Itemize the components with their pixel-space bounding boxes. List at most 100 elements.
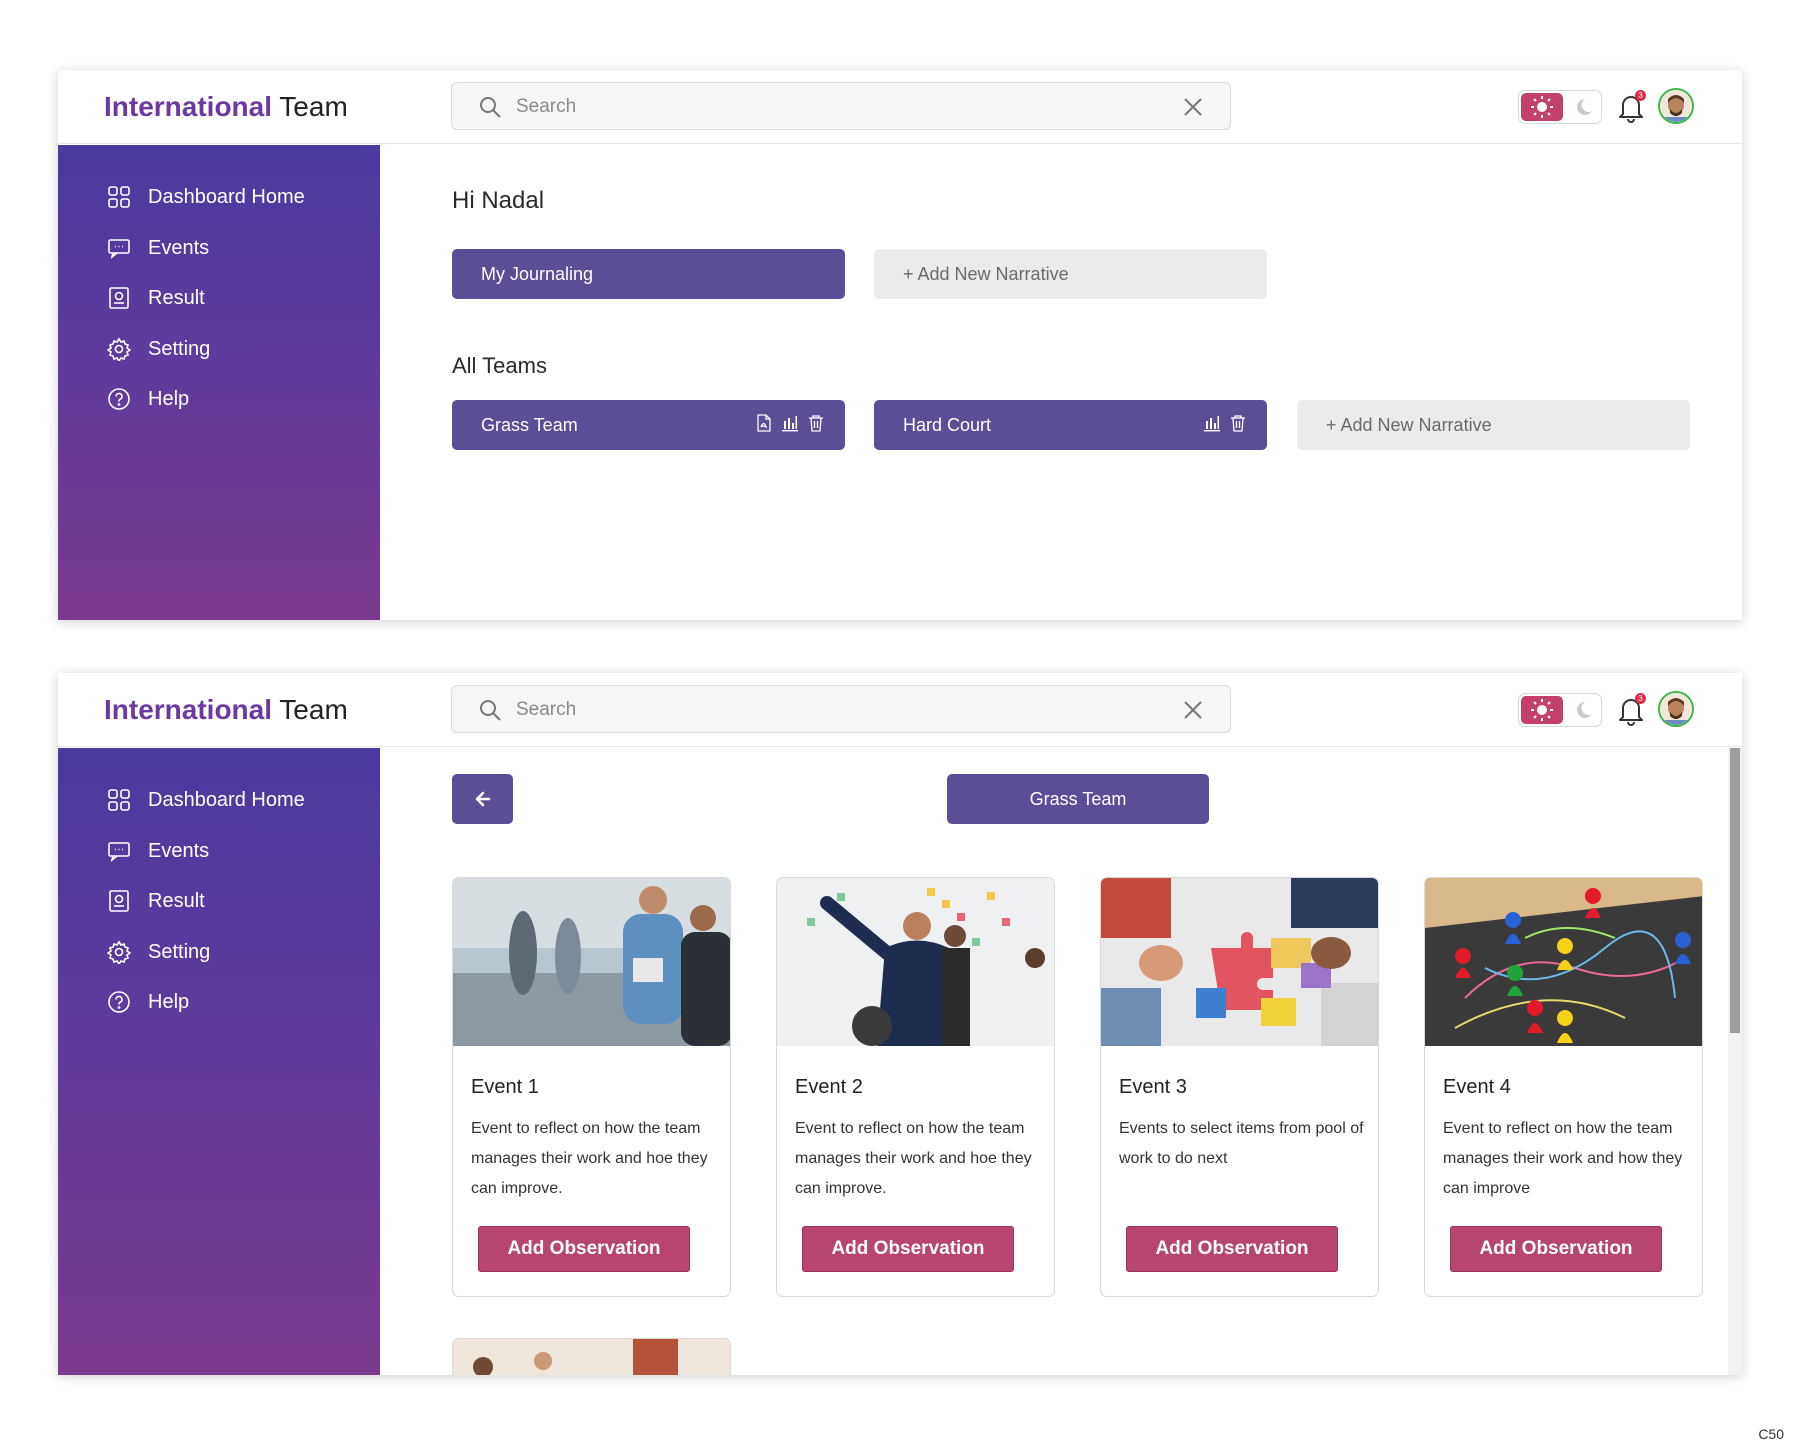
- event-title: Event 3: [1119, 1076, 1187, 1098]
- sidebar-item-label: Dashboard Home: [148, 185, 305, 208]
- notifications-button[interactable]: 3: [1616, 693, 1646, 727]
- moon-icon[interactable]: [1571, 96, 1595, 118]
- add-team-narrative-button[interactable]: + Add New Narrative: [1297, 400, 1690, 450]
- event-image: [453, 878, 730, 1046]
- notification-badge: 3: [1635, 693, 1646, 704]
- sidebar-item-dashboard-home[interactable]: Dashboard Home: [106, 784, 305, 816]
- moon-icon[interactable]: [1571, 699, 1595, 721]
- add-observation-button[interactable]: Add Observation: [1450, 1226, 1662, 1272]
- sidebar-item-label: Events: [148, 236, 210, 259]
- sidebar-item-label: Result: [148, 889, 205, 912]
- event-image: [777, 878, 1054, 1046]
- event-card: Event 2 Event to reflect on how the team…: [776, 877, 1055, 1297]
- event-card: Event 4 Event to reflect on how the team…: [1424, 877, 1703, 1297]
- report-icon: [106, 285, 132, 311]
- sun-icon[interactable]: [1521, 93, 1563, 121]
- sidebar-item-label: Setting: [148, 337, 211, 360]
- clear-search-icon[interactable]: [1182, 96, 1204, 118]
- back-button[interactable]: [452, 774, 513, 824]
- trash-icon[interactable]: [807, 414, 825, 432]
- add-observation-button[interactable]: Add Observation: [1126, 1226, 1338, 1272]
- event-description: Event to reflect on how the team manages…: [795, 1120, 1032, 1197]
- grid-icon: [106, 787, 132, 813]
- logo-text-secondary: Team: [279, 694, 348, 725]
- search-icon: [480, 97, 501, 118]
- add-observation-button[interactable]: Add Observation: [478, 1226, 690, 1272]
- app-logo[interactable]: International Team: [104, 693, 348, 727]
- event-image: [1425, 878, 1702, 1046]
- sidebar-item-events[interactable]: Events: [106, 232, 209, 264]
- sun-icon[interactable]: [1521, 696, 1563, 724]
- event-card: Event 1 Event to reflect on how the team…: [452, 877, 731, 1297]
- sidebar-item-result[interactable]: Result: [106, 885, 205, 917]
- event-description: Event to reflect on how the team manages…: [1443, 1120, 1683, 1197]
- help-icon: [106, 386, 132, 412]
- search-input[interactable]: [516, 91, 1156, 123]
- greeting-heading: Hi Nadal: [452, 187, 545, 214]
- top-bar: International Team 3: [58, 70, 1742, 144]
- logo-text-secondary: Team: [279, 91, 348, 122]
- report-icon: [106, 888, 132, 914]
- sidebar-item-label: Setting: [148, 940, 211, 963]
- notification-badge: 3: [1635, 90, 1646, 101]
- search-icon: [480, 700, 501, 721]
- sidebar-item-label: Help: [148, 387, 190, 410]
- my-journaling-button[interactable]: My Journaling: [452, 249, 845, 299]
- sidebar-item-events[interactable]: Events: [106, 835, 209, 867]
- chart-icon[interactable]: [1203, 414, 1221, 432]
- search-input[interactable]: [516, 694, 1156, 726]
- grid-icon: [106, 184, 132, 210]
- add-narrative-button[interactable]: + Add New Narrative: [874, 249, 1267, 299]
- chat-icon: [106, 838, 132, 864]
- all-teams-heading: All Teams: [452, 353, 547, 378]
- theme-toggle[interactable]: [1518, 90, 1602, 124]
- clear-search-icon[interactable]: [1182, 699, 1204, 721]
- event-card: Event 3 Events to select items from pool…: [1100, 877, 1379, 1297]
- sidebar: Dashboard Home Events Result Setting Hel…: [58, 145, 380, 620]
- team-name: Grass Team: [481, 414, 578, 435]
- sidebar-item-label: Help: [148, 990, 190, 1013]
- user-avatar[interactable]: [1658, 691, 1694, 727]
- search-bar: [451, 82, 1231, 130]
- sidebar-item-setting[interactable]: Setting: [106, 333, 210, 365]
- trash-icon[interactable]: [1229, 414, 1247, 432]
- search-bar: [451, 685, 1231, 733]
- top-bar: International Team 3: [58, 673, 1742, 747]
- event-title: Event 1: [471, 1076, 539, 1098]
- notifications-button[interactable]: 3: [1616, 90, 1646, 124]
- sidebar: Dashboard Home Events Result Setting Hel…: [58, 748, 380, 1375]
- dashboard-content: Hi Nadal My Journaling + Add New Narrati…: [380, 145, 1742, 620]
- event-title: Event 2: [795, 1076, 863, 1098]
- team-name: Hard Court: [903, 414, 992, 435]
- add-observation-button[interactable]: Add Observation: [802, 1226, 1014, 1272]
- event-image: [453, 1339, 730, 1375]
- chart-icon[interactable]: [781, 414, 799, 432]
- team-card-grass-team[interactable]: Grass Team: [452, 400, 845, 450]
- gear-icon: [106, 336, 132, 362]
- gear-icon: [106, 939, 132, 965]
- event-card-partial: [452, 1338, 731, 1375]
- event-title: Event 4: [1443, 1076, 1511, 1098]
- sidebar-item-result[interactable]: Result: [106, 282, 205, 314]
- app-logo[interactable]: International Team: [104, 90, 348, 124]
- event-image: [1101, 878, 1378, 1046]
- help-icon: [106, 989, 132, 1015]
- sidebar-item-setting[interactable]: Setting: [106, 936, 210, 968]
- sidebar-item-help[interactable]: Help: [106, 383, 189, 415]
- theme-toggle[interactable]: [1518, 693, 1602, 727]
- user-avatar[interactable]: [1658, 88, 1694, 124]
- sidebar-item-dashboard-home[interactable]: Dashboard Home: [106, 181, 305, 213]
- scrollbar-thumb[interactable]: [1730, 748, 1740, 1033]
- sidebar-item-label: Dashboard Home: [148, 788, 305, 811]
- event-description: Event to reflect on how the team manages…: [471, 1120, 708, 1197]
- corner-label: C50: [1758, 1426, 1784, 1442]
- team-title-button[interactable]: Grass Team: [947, 774, 1209, 824]
- sidebar-item-label: Result: [148, 286, 205, 309]
- pdf-icon[interactable]: [755, 414, 773, 432]
- sidebar-item-help[interactable]: Help: [106, 986, 189, 1018]
- team-card-hard-court[interactable]: Hard Court: [874, 400, 1267, 450]
- sidebar-item-label: Events: [148, 839, 210, 862]
- team-events-window: International Team 3 Dashboard Home: [58, 673, 1742, 1375]
- chat-icon: [106, 235, 132, 261]
- arrow-left-icon: [475, 791, 490, 807]
